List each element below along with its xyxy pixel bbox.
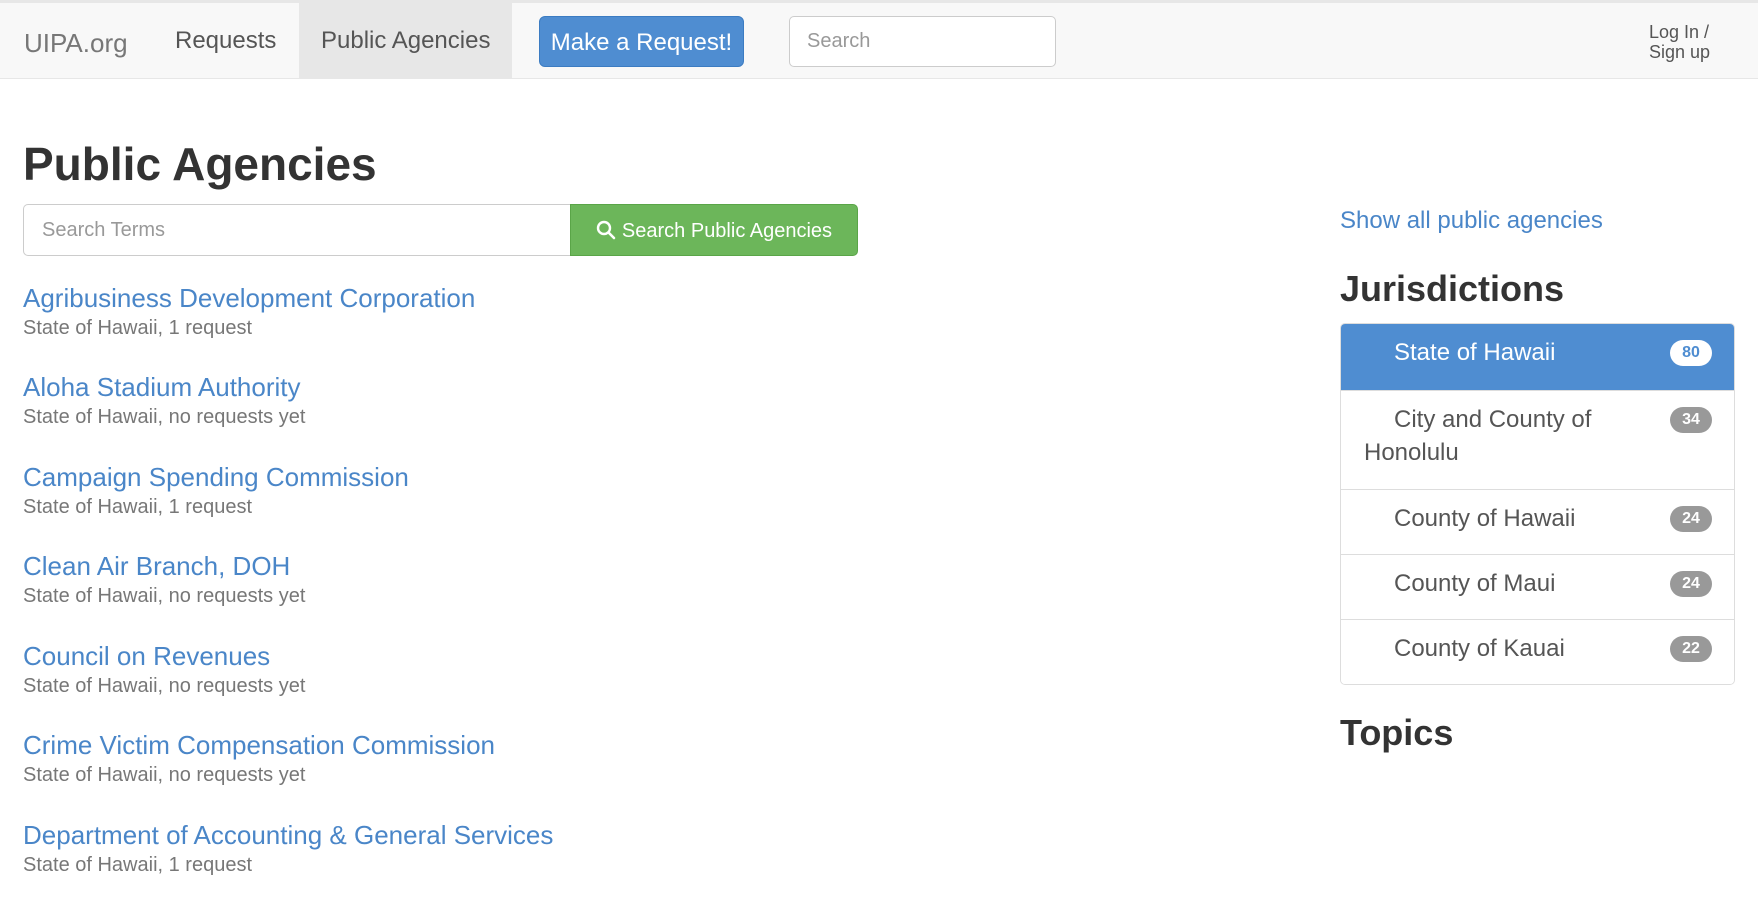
list-item: Crime Victim Compensation Commission Sta… <box>23 730 1023 788</box>
agency-meta: State of Hawaii, no requests yet <box>23 406 306 428</box>
site-search-input[interactable] <box>789 16 1056 67</box>
list-item: Agribusiness Development Corporation Sta… <box>23 283 1023 341</box>
jurisdictions-heading: Jurisdictions <box>1340 268 1565 309</box>
agency-link[interactable]: Agribusiness Development Corporation <box>23 283 1023 313</box>
agency-link[interactable]: Campaign Spending Commission <box>23 462 1023 492</box>
list-item: Department of Accounting & General Servi… <box>23 820 1023 878</box>
login-signup-link[interactable]: Log In / Sign up <box>1649 22 1729 62</box>
jurisdiction-label: State of Hawaii <box>1394 339 1556 366</box>
agency-meta: State of Hawaii, 1 request <box>23 317 253 339</box>
make-request-button[interactable]: Make a Request! <box>539 16 744 67</box>
search-public-agencies-button[interactable]: Search Public Agencies <box>570 204 858 256</box>
agency-link[interactable]: Council on Revenues <box>23 641 1023 671</box>
jurisdiction-item-county-of-maui[interactable]: County of Maui 24 <box>1341 554 1734 619</box>
count-badge: 24 <box>1670 571 1712 597</box>
agency-search-input[interactable] <box>23 204 570 256</box>
brand-link[interactable]: UIPA.org <box>24 25 128 61</box>
agency-meta: State of Hawaii, no requests yet <box>23 764 306 786</box>
agency-link[interactable]: Crime Victim Compensation Commission <box>23 730 1023 760</box>
count-badge: 34 <box>1670 407 1712 433</box>
agency-meta: State of Hawaii, 1 request <box>23 496 253 518</box>
search-icon <box>596 220 616 240</box>
agency-link[interactable]: Department of Accounting & General Servi… <box>23 820 1023 850</box>
jurisdiction-label: County of Hawaii <box>1394 505 1576 532</box>
list-item: Campaign Spending Commission State of Ha… <box>23 462 1023 520</box>
jurisdiction-label: County of Maui <box>1394 570 1556 597</box>
page-title: Public Agencies <box>23 138 377 190</box>
agency-meta: State of Hawaii, no requests yet <box>23 675 306 697</box>
nav-public-agencies-link[interactable]: Public Agencies <box>299 3 513 78</box>
search-button-label: Search Public Agencies <box>621 220 833 242</box>
jurisdiction-item-county-of-kauai[interactable]: County of Kauai 22 <box>1341 619 1734 684</box>
jurisdiction-item-honolulu[interactable]: City and County of Honolulu 34 <box>1341 390 1734 489</box>
top-navbar: UIPA.org Requests Public Agencies Make a… <box>0 0 1758 79</box>
jurisdiction-item-state-of-hawaii[interactable]: State of Hawaii 80 <box>1341 324 1734 390</box>
topics-heading: Topics <box>1340 712 1454 753</box>
jurisdiction-label: City and County of Honolulu <box>1364 406 1592 466</box>
list-item: Council on Revenues State of Hawaii, no … <box>23 641 1023 699</box>
jurisdiction-label: County of Kauai <box>1394 635 1565 662</box>
count-badge: 80 <box>1670 340 1712 366</box>
show-all-agencies-link[interactable]: Show all public agencies <box>1340 205 1603 237</box>
agency-link[interactable]: Clean Air Branch, DOH <box>23 551 1023 581</box>
agency-meta: State of Hawaii, no requests yet <box>23 585 306 607</box>
count-badge: 24 <box>1670 506 1712 532</box>
list-item: Aloha Stadium Authority State of Hawaii,… <box>23 372 1023 430</box>
jurisdictions-list: State of Hawaii 80 City and County of Ho… <box>1340 323 1735 685</box>
nav-requests-link[interactable]: Requests <box>153 3 298 78</box>
agency-meta: State of Hawaii, 1 request <box>23 854 253 876</box>
agency-link[interactable]: Aloha Stadium Authority <box>23 372 1023 402</box>
count-badge: 22 <box>1670 636 1712 662</box>
jurisdiction-item-county-of-hawaii[interactable]: County of Hawaii 24 <box>1341 489 1734 554</box>
list-item: Clean Air Branch, DOH State of Hawaii, n… <box>23 551 1023 609</box>
